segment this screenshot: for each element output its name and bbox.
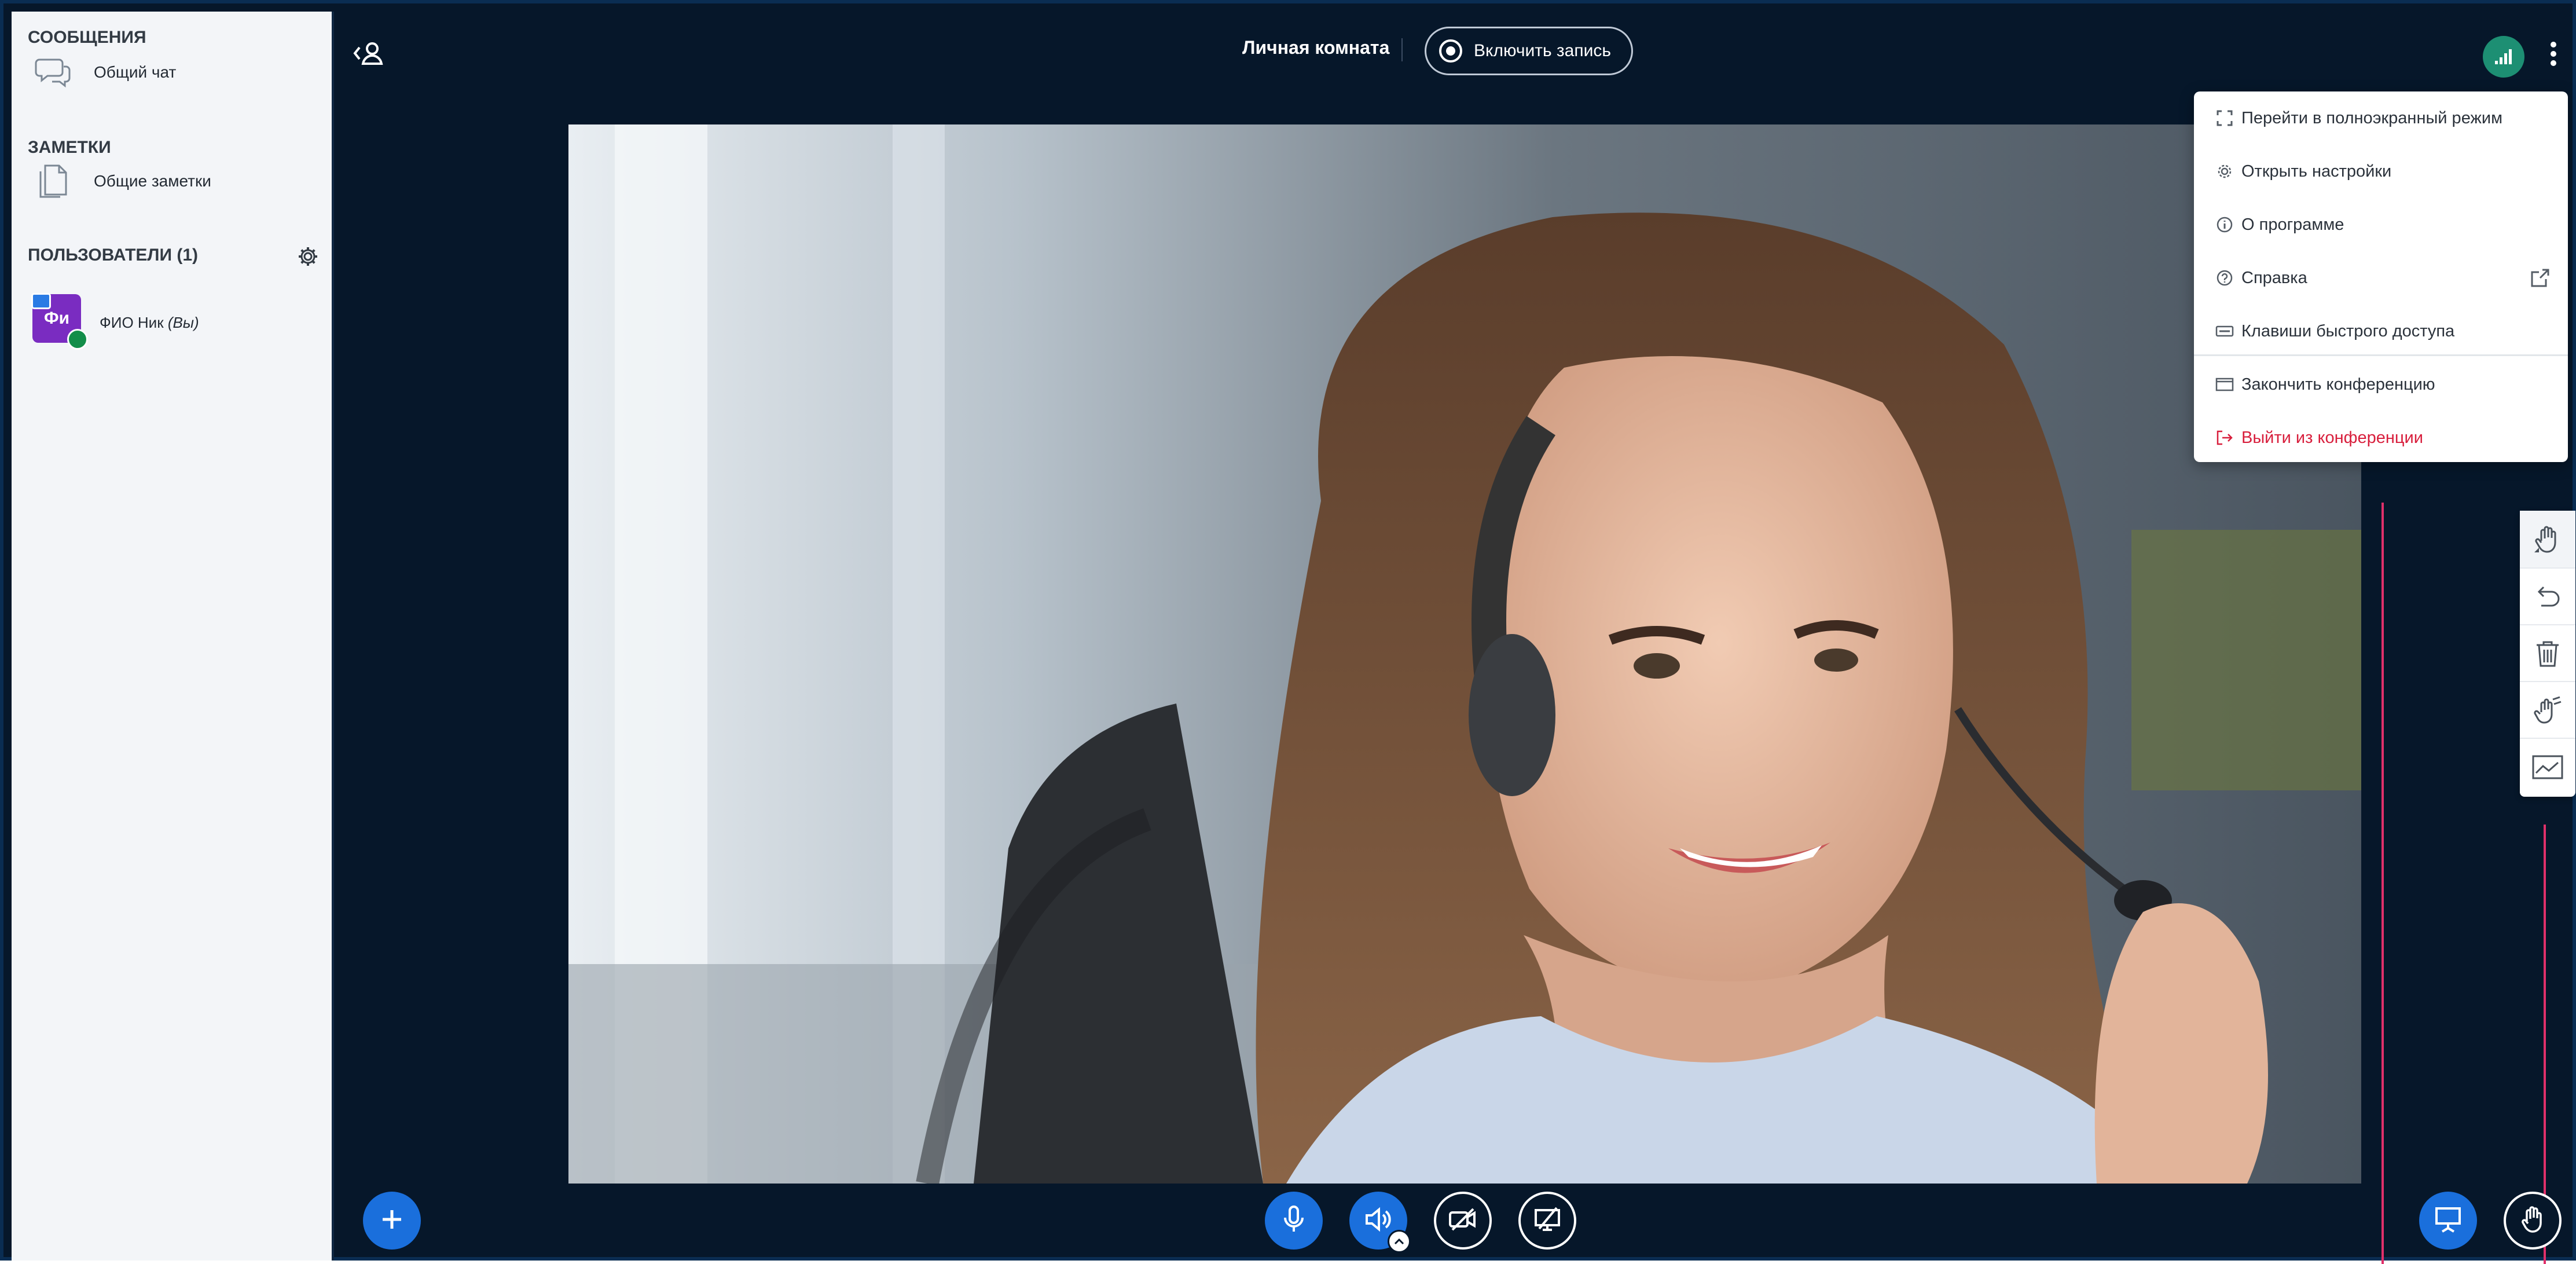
menu-item-settings[interactable]: Открыть настройки [2194, 145, 2568, 198]
options-dropdown-menu: Перейти в полноэкранный режим Открыть на… [2194, 91, 2568, 462]
participant-video-image [568, 124, 2361, 1184]
camera-off-icon [1448, 1208, 1478, 1234]
multi-user-icon[interactable] [2520, 681, 2575, 739]
avatar-initials: Фи [43, 309, 70, 328]
chat-icon [32, 52, 73, 93]
toggle-userlist-icon[interactable] [351, 41, 386, 67]
screen-share-off-icon [1533, 1207, 1561, 1235]
menu-item-label: Закончить конференцию [2241, 375, 2435, 394]
raise-hand-icon [2519, 1205, 2546, 1237]
speaker-icon [1364, 1207, 1392, 1235]
connection-status-icon[interactable] [2483, 36, 2524, 78]
logout-icon [2215, 428, 2234, 448]
menu-divider [2194, 354, 2568, 356]
divider [1401, 38, 1403, 61]
presentation-button[interactable] [2419, 1192, 2477, 1250]
top-bar: Личная комната Включить запись [336, 12, 2571, 98]
external-link-icon [2530, 268, 2551, 288]
conference-app: СООБЩЕНИЯ Общий чат ЗАМЕТКИ Общие заметк… [0, 0, 2576, 1264]
mic-status-icon [67, 329, 88, 350]
menu-item-leave-meeting[interactable]: Выйти из конференции [2194, 411, 2568, 464]
room-title: Личная комната [1242, 37, 1390, 58]
end-meeting-icon [2215, 375, 2234, 394]
menu-item-label: Выйти из конференции [2241, 428, 2423, 447]
menu-item-label: Клавиши быстрого доступа [2241, 321, 2455, 340]
more-options-icon[interactable] [2542, 38, 2565, 75]
help-icon [2215, 268, 2234, 288]
chart-icon[interactable] [2520, 738, 2575, 796]
menu-item-label: Перейти в полноэкранный режим [2241, 108, 2503, 127]
undo-icon[interactable] [2520, 567, 2575, 625]
actions-plus-button[interactable] [363, 1192, 421, 1250]
trash-icon[interactable] [2520, 624, 2575, 682]
audio-button[interactable] [1349, 1192, 1411, 1253]
menu-item-label: О программе [2241, 215, 2344, 234]
public-chat-label: Общий чат [94, 63, 177, 81]
raise-hand-button[interactable] [2504, 1192, 2562, 1250]
shared-notes-label: Общие заметки [94, 172, 211, 190]
keyboard-icon [2215, 321, 2234, 341]
sidebar: СООБЩЕНИЯ Общий чат ЗАМЕТКИ Общие заметк… [12, 12, 334, 1261]
record-icon [1439, 39, 1462, 63]
camera-button[interactable] [1434, 1192, 1492, 1250]
messages-section-title: СООБЩЕНИЯ [28, 28, 146, 47]
presenter-badge-icon [31, 293, 51, 309]
annotation-line [2381, 503, 2384, 1264]
you-tag: (Вы) [167, 314, 199, 331]
chevron-up-icon[interactable] [1388, 1230, 1411, 1253]
info-icon [2215, 215, 2234, 235]
user-display-name: ФИО Ник [100, 314, 164, 331]
fullscreen-icon [2215, 108, 2234, 128]
microphone-button[interactable] [1265, 1192, 1323, 1250]
menu-item-help[interactable]: Справка [2194, 251, 2568, 305]
screen-share-button[interactable] [1518, 1192, 1576, 1250]
menu-item-shortcuts[interactable]: Клавиши быстрого доступа [2194, 305, 2568, 358]
record-label: Включить запись [1474, 41, 1611, 60]
presentation-icon [2434, 1206, 2462, 1236]
menu-item-end-meeting[interactable]: Закончить конференцию [2194, 358, 2568, 411]
presentation-video-area [568, 124, 2361, 1184]
menu-item-fullscreen[interactable]: Перейти в полноэкранный режим [2194, 91, 2568, 145]
notes-section-title: ЗАМЕТКИ [28, 138, 111, 157]
hand-tool-icon[interactable] [2520, 511, 2575, 567]
menu-item-label: Открыть настройки [2241, 162, 2392, 181]
user-name: ФИО Ник (Вы) [100, 314, 199, 332]
shared-notes-item[interactable]: Общие заметки [32, 155, 211, 207]
menu-item-label: Справка [2241, 268, 2307, 287]
plus-icon [379, 1207, 405, 1235]
avatar: Фи [31, 293, 88, 350]
menu-item-about[interactable]: О программе [2194, 198, 2568, 251]
gear-icon [2215, 162, 2234, 181]
start-recording-button[interactable]: Включить запись [1425, 27, 1633, 75]
users-section-title: ПОЛЬЗОВАТЕЛИ (1) [28, 246, 199, 265]
whiteboard-toolbar [2520, 511, 2575, 797]
notes-icon [32, 161, 73, 201]
users-settings-gear-icon[interactable] [297, 246, 319, 268]
public-chat-item[interactable]: Общий чат [32, 46, 176, 98]
bottom-action-bar [336, 1185, 2571, 1264]
microphone-icon [1282, 1205, 1305, 1237]
